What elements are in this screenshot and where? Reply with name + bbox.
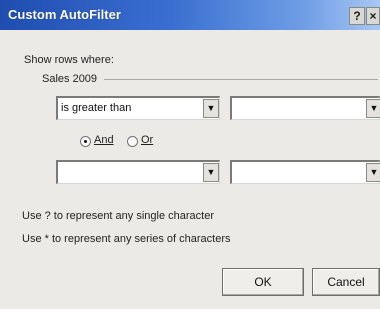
chevron-down-icon[interactable]: ▼ — [203, 163, 219, 182]
operator-1-value: is greater than — [61, 102, 132, 114]
and-radio[interactable] — [80, 136, 91, 147]
hint-single-char: Use ? to represent any single character — [22, 210, 214, 222]
show-rows-label: Show rows where: — [24, 54, 114, 66]
operator-2-dropdown[interactable]: ▼ — [56, 160, 220, 184]
or-radio[interactable] — [127, 136, 138, 147]
and-label[interactable]: And — [94, 134, 114, 146]
field-name-label: Sales 2009 — [42, 73, 98, 85]
close-button[interactable]: × — [366, 7, 380, 25]
custom-autofilter-dialog: Custom AutoFilter ? × Show rows where: S… — [0, 0, 380, 309]
help-button[interactable]: ? — [349, 7, 365, 25]
hint-series-chars: Use * to represent any series of charact… — [22, 233, 231, 245]
chevron-down-icon[interactable]: ▼ — [366, 99, 380, 118]
title-bar: Custom AutoFilter ? × — [0, 0, 380, 30]
group-divider — [104, 79, 378, 80]
chevron-down-icon[interactable]: ▼ — [203, 99, 219, 118]
or-label[interactable]: Or — [141, 134, 153, 146]
ok-button[interactable]: OK — [222, 268, 304, 296]
chevron-down-icon[interactable]: ▼ — [366, 163, 380, 182]
value-1-combobox[interactable]: ▼ — [230, 96, 380, 120]
operator-1-dropdown[interactable]: is greater than ▼ — [56, 96, 220, 120]
dialog-title: Custom AutoFilter — [8, 7, 121, 22]
value-2-combobox[interactable]: ▼ — [230, 160, 380, 184]
cancel-button[interactable]: Cancel — [312, 268, 380, 296]
